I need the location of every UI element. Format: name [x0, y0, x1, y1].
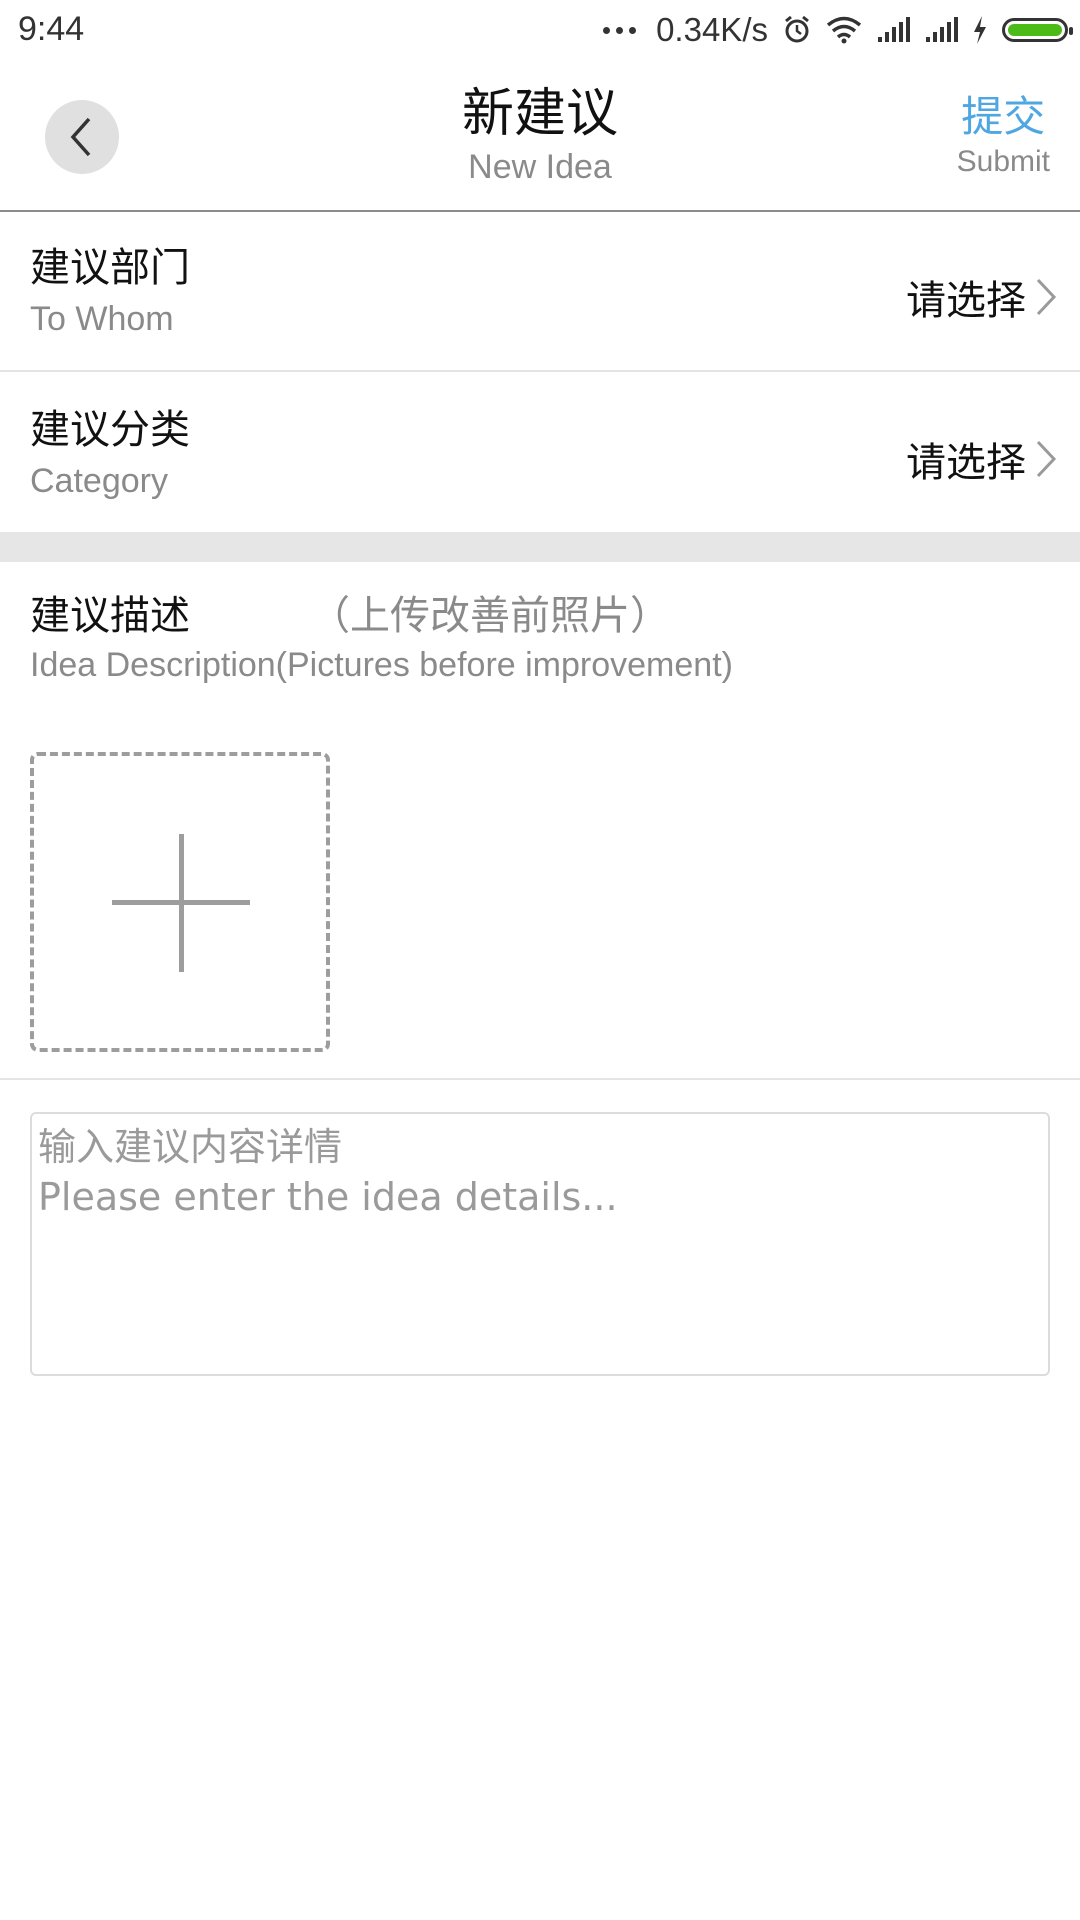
- signal-icon: [926, 17, 958, 42]
- section-divider: [0, 532, 1080, 562]
- department-select[interactable]: 请选择: [906, 268, 1058, 326]
- page-title-en: New Idea: [468, 148, 612, 186]
- battery-icon: [1002, 18, 1073, 42]
- description-label-cn: 建议描述: [30, 593, 190, 639]
- category-label-en: Category: [30, 462, 168, 500]
- category-row[interactable]: 建议分类 Category 请选择: [0, 374, 1080, 534]
- app-header: 新建议 New Idea 提交 Submit: [0, 60, 1080, 212]
- chevron-right-icon: [1036, 278, 1057, 316]
- status-time: 9:44: [18, 10, 85, 48]
- description-hint-cn: （上传改善前照片）: [310, 593, 670, 639]
- submit-label-en: Submit: [956, 145, 1050, 178]
- department-label-en: To Whom: [30, 300, 174, 338]
- category-label-cn: 建议分类: [30, 407, 190, 453]
- submit-label-cn: 提交: [961, 92, 1046, 141]
- description-section: 建议描述 （上传改善前照片） Idea Description(Pictures…: [0, 562, 1080, 1080]
- add-photo-button[interactable]: [30, 752, 330, 1052]
- department-row[interactable]: 建议部门 To Whom 请选择: [0, 212, 1080, 372]
- department-label-cn: 建议部门: [30, 245, 190, 291]
- category-value: 请选择: [906, 440, 1026, 486]
- department-value: 请选择: [906, 278, 1026, 324]
- page-title: 新建议 New Idea: [0, 82, 1080, 188]
- chevron-right-icon: [1036, 440, 1057, 478]
- status-bar: 9:44 0.34K/s: [0, 0, 1080, 60]
- description-label-en: Idea Description(Pictures before improve…: [30, 646, 733, 684]
- page-title-cn: 新建议: [461, 84, 618, 144]
- signal-icon: [878, 17, 910, 42]
- submit-button[interactable]: 提交 Submit: [957, 90, 1050, 180]
- charging-icon: [974, 16, 986, 44]
- wifi-icon: [826, 16, 862, 44]
- category-select[interactable]: 请选择: [906, 430, 1058, 488]
- more-dots-icon: [603, 26, 637, 34]
- net-speed: 0.34K/s: [656, 11, 768, 48]
- idea-details-input[interactable]: [30, 1112, 1050, 1376]
- alarm-icon: [785, 15, 809, 43]
- status-icons: 0.34K/s: [603, 10, 1073, 50]
